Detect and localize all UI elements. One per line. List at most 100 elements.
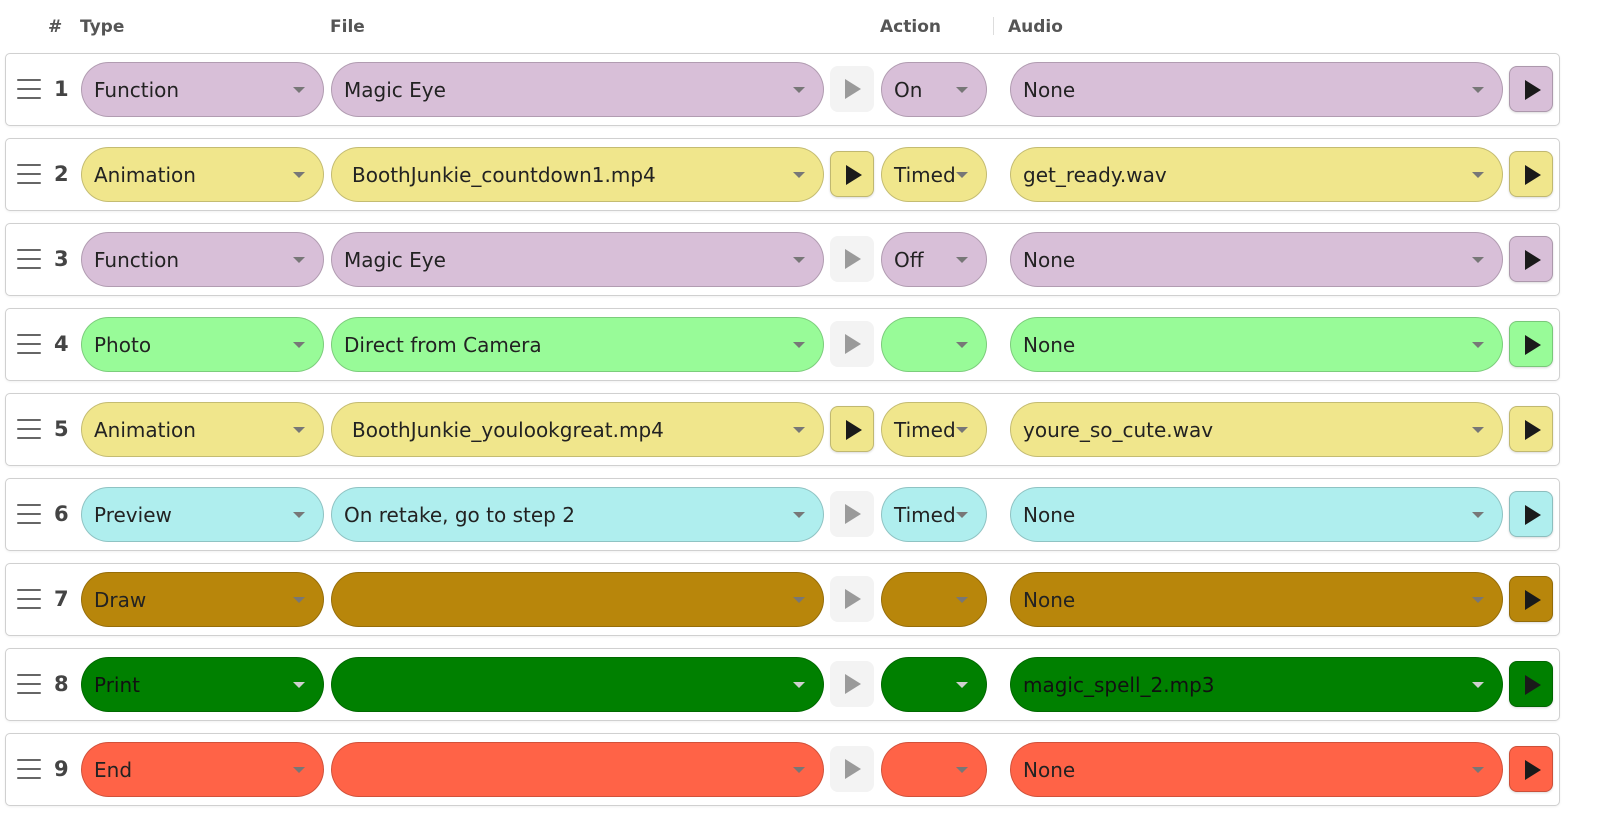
- audio-select[interactable]: magic_spell_2.mp3: [1010, 657, 1503, 712]
- action-select[interactable]: On: [881, 62, 987, 117]
- type-select[interactable]: Function: [81, 232, 324, 287]
- file-select-value: Magic Eye: [344, 78, 446, 102]
- audio-select[interactable]: get_ready.wav: [1010, 147, 1503, 202]
- file-play-button[interactable]: [830, 151, 874, 197]
- file-play-button[interactable]: [830, 406, 874, 452]
- audio-play-button[interactable]: [1509, 151, 1553, 197]
- chevron-down-icon: [1472, 597, 1484, 603]
- type-select[interactable]: Function: [81, 62, 324, 117]
- chevron-down-icon: [793, 427, 805, 433]
- audio-play-button[interactable]: [1509, 746, 1553, 792]
- file-select[interactable]: BoothJunkie_youlookgreat.mp4: [331, 402, 824, 457]
- chevron-down-icon: [1472, 767, 1484, 773]
- audio-select[interactable]: None: [1010, 572, 1503, 627]
- type-select[interactable]: End: [81, 742, 324, 797]
- chevron-down-icon: [956, 682, 968, 688]
- drag-handle-icon[interactable]: [17, 589, 41, 611]
- play-icon: [1525, 505, 1541, 525]
- type-select[interactable]: Animation: [81, 402, 324, 457]
- action-select[interactable]: Off: [881, 232, 987, 287]
- file-select-value: BoothJunkie_youlookgreat.mp4: [352, 418, 664, 442]
- drag-handle-icon[interactable]: [17, 504, 41, 526]
- audio-play-button[interactable]: [1509, 236, 1553, 282]
- drag-handle-icon[interactable]: [17, 419, 41, 441]
- drag-handle-icon[interactable]: [17, 334, 41, 356]
- chevron-down-icon: [1472, 342, 1484, 348]
- type-select[interactable]: Draw: [81, 572, 324, 627]
- file-select[interactable]: On retake, go to step 2: [331, 487, 824, 542]
- action-select[interactable]: [881, 572, 987, 627]
- header-number: #: [48, 17, 63, 37]
- action-select[interactable]: [881, 317, 987, 372]
- chevron-down-icon: [1472, 172, 1484, 178]
- chevron-down-icon: [956, 87, 968, 93]
- file-play-button[interactable]: [830, 66, 874, 112]
- action-select[interactable]: [881, 742, 987, 797]
- file-select[interactable]: [331, 572, 824, 627]
- audio-play-button[interactable]: [1509, 321, 1553, 367]
- type-select[interactable]: Photo: [81, 317, 324, 372]
- type-select-value: Photo: [94, 333, 152, 357]
- chevron-down-icon: [293, 767, 305, 773]
- audio-play-button[interactable]: [1509, 66, 1553, 112]
- audio-select[interactable]: None: [1010, 487, 1503, 542]
- audio-select[interactable]: youre_so_cute.wav: [1010, 402, 1503, 457]
- chevron-down-icon: [1472, 257, 1484, 263]
- audio-select-value: youre_so_cute.wav: [1023, 418, 1214, 442]
- file-select[interactable]: Magic Eye: [331, 232, 824, 287]
- file-play-button[interactable]: [830, 576, 874, 622]
- file-play-button[interactable]: [830, 321, 874, 367]
- chevron-down-icon: [293, 512, 305, 518]
- chevron-down-icon: [293, 427, 305, 433]
- file-select[interactable]: Direct from Camera: [331, 317, 824, 372]
- audio-play-button[interactable]: [1509, 406, 1553, 452]
- step-row: 7 Draw None: [5, 563, 1560, 636]
- chevron-down-icon: [293, 172, 305, 178]
- play-icon: [845, 504, 861, 524]
- header-file: File: [330, 17, 365, 37]
- audio-select[interactable]: None: [1010, 742, 1503, 797]
- audio-select[interactable]: None: [1010, 232, 1503, 287]
- action-select[interactable]: Timed: [881, 402, 987, 457]
- drag-handle-icon[interactable]: [17, 249, 41, 271]
- chevron-down-icon: [956, 597, 968, 603]
- file-play-button[interactable]: [830, 746, 874, 792]
- type-select[interactable]: Preview: [81, 487, 324, 542]
- audio-select-value: None: [1023, 333, 1076, 357]
- audio-play-button[interactable]: [1509, 576, 1553, 622]
- step-row: 3 Function Magic Eye Off None: [5, 223, 1560, 296]
- chevron-down-icon: [793, 597, 805, 603]
- file-select[interactable]: Magic Eye: [331, 62, 824, 117]
- audio-play-button[interactable]: [1509, 491, 1553, 537]
- chevron-down-icon: [956, 427, 968, 433]
- file-select[interactable]: [331, 742, 824, 797]
- type-select-value: Preview: [94, 503, 172, 527]
- type-select[interactable]: Animation: [81, 147, 324, 202]
- action-select[interactable]: [881, 657, 987, 712]
- file-select[interactable]: BoothJunkie_countdown1.mp4: [331, 147, 824, 202]
- play-icon: [1525, 420, 1541, 440]
- chevron-down-icon: [1472, 682, 1484, 688]
- drag-handle-icon[interactable]: [17, 164, 41, 186]
- file-select[interactable]: [331, 657, 824, 712]
- action-select[interactable]: Timed: [881, 487, 987, 542]
- audio-select[interactable]: None: [1010, 317, 1503, 372]
- step-row: 9 End None: [5, 733, 1560, 806]
- type-select[interactable]: Print: [81, 657, 324, 712]
- play-icon: [845, 759, 861, 779]
- action-select[interactable]: Timed: [881, 147, 987, 202]
- header-action: Action: [880, 17, 941, 37]
- file-play-button[interactable]: [830, 236, 874, 282]
- drag-handle-icon[interactable]: [17, 674, 41, 696]
- play-icon: [1525, 335, 1541, 355]
- file-play-button[interactable]: [830, 661, 874, 707]
- audio-select[interactable]: None: [1010, 62, 1503, 117]
- file-play-button[interactable]: [830, 491, 874, 537]
- file-select-value: Direct from Camera: [344, 333, 542, 357]
- header-divider: [993, 17, 994, 35]
- play-icon: [1525, 590, 1541, 610]
- chevron-down-icon: [793, 172, 805, 178]
- audio-play-button[interactable]: [1509, 661, 1553, 707]
- drag-handle-icon[interactable]: [17, 79, 41, 101]
- drag-handle-icon[interactable]: [17, 759, 41, 781]
